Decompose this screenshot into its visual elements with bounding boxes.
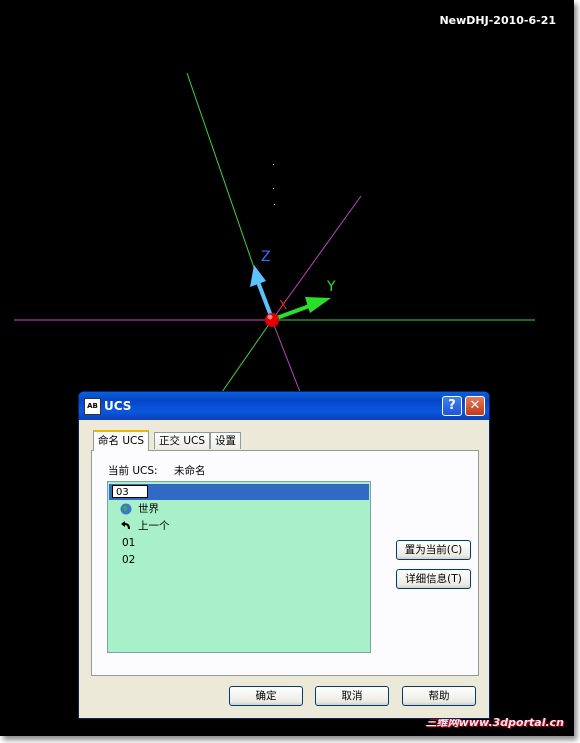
ucs-origin-highlight [267, 314, 273, 320]
ucs-z-arrow-head [250, 265, 266, 287]
ucs-z-arrow-shaft [256, 281, 273, 317]
title-help-button[interactable]: ? [442, 396, 462, 416]
list-item-label: 上一个 [138, 520, 170, 532]
list-item-label: 世界 [138, 503, 159, 515]
ucs-dialog: AB UCS ? ✕ 命名 UCS 正交 UCS 设置 当前 UCS: 未命名 … [78, 391, 490, 719]
ok-button[interactable]: 确定 [229, 686, 303, 706]
rename-edit-box[interactable]: 03 [112, 485, 148, 498]
globe-icon [120, 503, 132, 515]
current-ucs-label: 当前 UCS: [108, 465, 158, 477]
y-axis-label: Y [326, 279, 336, 295]
undo-arrow-icon [121, 521, 130, 529]
list-item-label: 01 [122, 537, 136, 549]
tab-orthographic-ucs[interactable]: 正交 UCS [154, 432, 211, 449]
marker-dot [273, 164, 274, 165]
ucs-list[interactable]: 03 世界 上一个 01 02 [107, 481, 371, 653]
details-button[interactable]: 详细信息(T) [396, 569, 471, 589]
tab-panel: 当前 UCS: 未命名 03 世界 上一个 01 02 置为当前(C) 详细信息… [91, 450, 479, 676]
y-axis-line-lower [221, 319, 273, 393]
x-axis-label: X [279, 298, 287, 312]
set-current-button[interactable]: 置为当前(C) [396, 540, 471, 560]
help-button[interactable]: 帮助 [402, 686, 476, 706]
app-icon: AB [84, 398, 101, 415]
list-item-label: 02 [122, 554, 136, 566]
dialog-title-bar[interactable]: AB UCS ? ✕ [79, 392, 489, 420]
z-axis-line-lower [271, 319, 301, 393]
z-axis-label: Z [261, 249, 271, 265]
list-item-03[interactable]: 03 [109, 484, 369, 500]
marker-dot [273, 188, 274, 189]
title-close-button[interactable]: ✕ [465, 396, 485, 416]
tab-settings[interactable]: 设置 [210, 432, 241, 449]
dialog-title: UCS [104, 399, 132, 413]
marker-dot [274, 204, 275, 205]
current-ucs-value: 未命名 [174, 465, 206, 477]
drawing-viewport[interactable]: Z Y X NewDHJ-2010-6-21 三维网www.3dportal.c… [0, 0, 574, 736]
drawing-caption: NewDHJ-2010-6-21 [439, 14, 556, 27]
ucs-y-arrow-head [305, 297, 331, 313]
cancel-button[interactable]: 取消 [315, 686, 389, 706]
ucs-origin-marker [265, 313, 279, 327]
tab-named-ucs[interactable]: 命名 UCS [93, 430, 150, 451]
